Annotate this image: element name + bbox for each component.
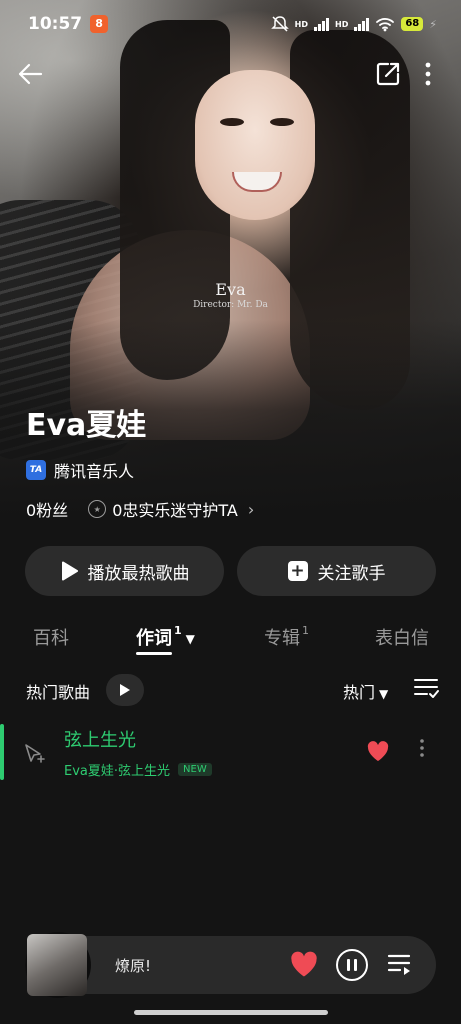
- verified-row[interactable]: TA 腾讯音乐人: [26, 458, 134, 482]
- follow-label: 关注歌手: [317, 563, 386, 584]
- pause-icon-bar: [347, 959, 350, 971]
- play-all-button[interactable]: [106, 674, 144, 706]
- playlist-icon: [387, 954, 411, 975]
- verified-label: 腾讯音乐人: [54, 462, 135, 481]
- tab-albums-count: 1: [302, 624, 309, 637]
- tab-love-letter[interactable]: 表白信: [375, 624, 429, 650]
- heart-icon: [291, 951, 317, 977]
- tab-wiki[interactable]: 百科: [33, 624, 69, 650]
- caret-down-icon: ▼: [379, 686, 389, 701]
- signal-icon-2: [354, 17, 370, 31]
- notification-app-icon: 8: [90, 15, 109, 33]
- song-more-button[interactable]: [420, 738, 424, 758]
- plus-icon: +: [287, 561, 308, 581]
- song-title: 弦上生光: [64, 730, 136, 751]
- play-hot-songs-button[interactable]: 播放最热歌曲: [25, 546, 224, 596]
- tab-wiki-label: 百科: [33, 628, 69, 649]
- top-bar: [0, 52, 461, 96]
- hero-eye-left: [220, 118, 244, 126]
- active-tab-indicator: [136, 652, 172, 655]
- home-indicator[interactable]: [134, 1010, 328, 1015]
- poster-title: Eva: [215, 280, 246, 299]
- play-icon: [120, 684, 130, 696]
- pause-button[interactable]: [336, 949, 368, 981]
- tab-lyrics-count: 1: [174, 624, 182, 637]
- follow-artist-button[interactable]: + 关注歌手: [237, 546, 436, 596]
- network-type-2: HD: [335, 19, 349, 29]
- tencent-musician-badge-icon: TA: [26, 460, 46, 480]
- signal-icon: [314, 17, 329, 31]
- more-vertical-icon: [420, 739, 424, 757]
- back-arrow-icon: [18, 63, 43, 85]
- sort-dropdown[interactable]: 热门 ▼: [343, 679, 388, 703]
- artist-stats: 0粉丝 ★ 0忠实乐迷守护TA ›: [26, 497, 254, 521]
- add-music-icon: [25, 744, 45, 763]
- caret-down-icon: ▼: [185, 632, 195, 646]
- tab-bar: 百科 作词 1▼ 专辑 1 表白信: [0, 618, 461, 658]
- new-badge: NEW: [178, 763, 212, 776]
- back-button[interactable]: [12, 56, 48, 92]
- status-indicators: HD HD 68 ⚡: [270, 15, 437, 33]
- artist-name: Eva夏娃: [26, 408, 147, 443]
- shield-icon: ★: [88, 500, 107, 518]
- guard-link[interactable]: ★ 0忠实乐迷守护TA ›: [88, 497, 254, 521]
- battery-icon: 68: [401, 17, 424, 31]
- wifi-icon: [376, 18, 395, 32]
- tab-love-letter-label: 表白信: [375, 628, 429, 649]
- tab-albums[interactable]: 专辑 1: [264, 624, 309, 650]
- tab-albums-label: 专辑: [264, 628, 300, 649]
- fans-count: 0粉丝: [26, 501, 69, 520]
- hero-eye-right: [270, 118, 294, 126]
- network-type-1: HD: [294, 19, 308, 29]
- poster-subtitle: Director: Mr. Da: [193, 300, 268, 310]
- playlist-button[interactable]: [387, 952, 413, 982]
- song-meta: Eva夏娃·弦上生光 NEW: [64, 760, 212, 779]
- list-check-icon: [414, 679, 439, 698]
- player-like-button[interactable]: [289, 950, 319, 982]
- status-time: 10:57: [28, 14, 83, 34]
- player-cover-art: [27, 934, 87, 996]
- charging-icon: ⚡: [429, 17, 437, 31]
- player-title: 燎原!: [115, 957, 152, 975]
- song-row[interactable]: 弦上生光 Eva夏娃·弦上生光 NEW: [0, 718, 461, 788]
- chevron-right-icon: ›: [247, 499, 255, 519]
- multi-select-button[interactable]: [413, 676, 439, 704]
- share-button[interactable]: [370, 56, 406, 92]
- more-vertical-icon: [425, 62, 431, 86]
- add-to-playlist-button[interactable]: [22, 742, 46, 770]
- status-bar: 10:57 8 HD HD 68 ⚡: [0, 0, 461, 48]
- hot-songs-header: 热门歌曲 热门 ▼: [0, 672, 461, 706]
- tab-lyrics[interactable]: 作词 1▼: [136, 624, 195, 650]
- now-playing-indicator: [0, 724, 4, 780]
- play-icon: [61, 561, 78, 581]
- pause-icon-bar: [354, 959, 357, 971]
- more-button[interactable]: [410, 56, 446, 92]
- section-title: 热门歌曲: [26, 683, 91, 702]
- sort-label: 热门: [343, 683, 376, 702]
- mini-player[interactable]: 燎原!: [25, 932, 436, 998]
- tab-lyrics-label: 作词: [136, 628, 172, 649]
- mute-icon: [270, 16, 289, 32]
- song-artist-album: Eva夏娃·弦上生光: [64, 764, 171, 779]
- guard-label: 0忠实乐迷守护TA: [112, 501, 238, 520]
- share-icon: [376, 62, 400, 86]
- play-hot-songs-label: 播放最热歌曲: [87, 563, 190, 584]
- heart-icon: [367, 741, 389, 761]
- like-song-button[interactable]: [366, 740, 390, 766]
